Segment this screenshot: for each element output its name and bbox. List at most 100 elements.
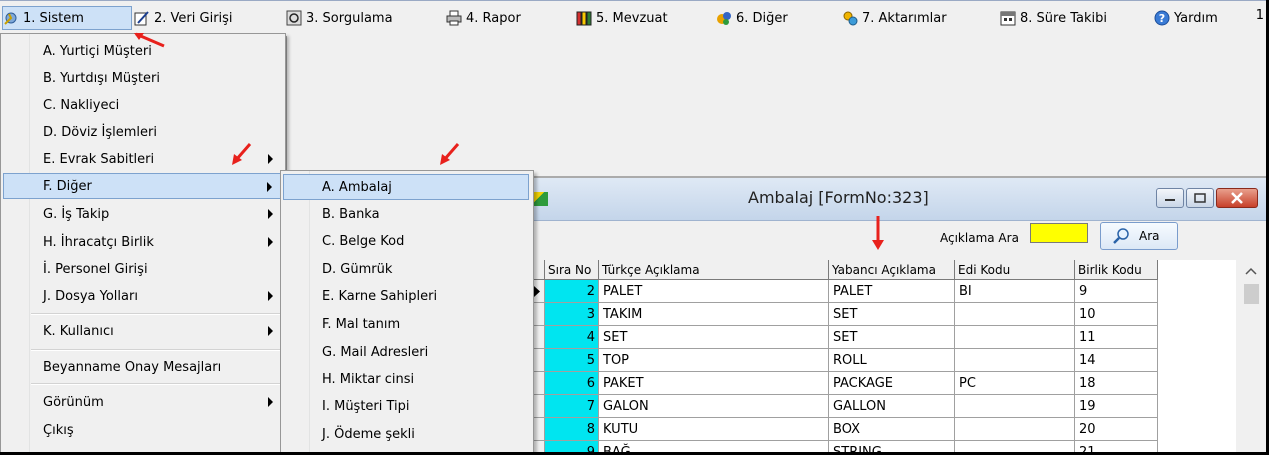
cell-birlik-kodu[interactable]: 11 — [1075, 326, 1158, 349]
diger-submenu-item-musteri-tipi[interactable]: I. Müşteri Tipi — [283, 393, 529, 419]
cell-birlik-kodu[interactable]: 19 — [1075, 395, 1158, 418]
close-button[interactable] — [1216, 188, 1258, 208]
cell-turkce-aciklama[interactable]: BAĞ — [599, 441, 829, 452]
cell-yabanci-aciklama[interactable]: BOX — [829, 418, 955, 441]
cell-sira-no[interactable]: 2 — [545, 280, 599, 303]
table-row[interactable]: 2 PALET PALET BI 9 — [530, 280, 1158, 303]
diger-submenu-item-gumruk[interactable]: D. Gümrük — [283, 256, 529, 282]
table-row[interactable]: 6 PAKET PACKAGE PC 18 — [530, 372, 1158, 395]
cell-turkce-aciklama[interactable]: PAKET — [599, 372, 829, 395]
sistem-menu-item-kullanici[interactable]: K. Kullanıcı — [3, 318, 281, 344]
cell-turkce-aciklama[interactable]: GALON — [599, 395, 829, 418]
cell-edi-kodu[interactable] — [955, 441, 1075, 452]
sistem-menu-item-ihracatci-birlik[interactable]: H. İhracatçı Birlik — [3, 229, 281, 255]
sistem-menu-item-gorunum[interactable]: Görünüm — [3, 389, 281, 415]
menu-sistem[interactable]: 1. Sistem — [2, 6, 132, 30]
table-row[interactable]: 7 GALON GALLON 19 — [530, 395, 1158, 418]
column-header-sira-no[interactable]: Sıra No — [545, 260, 599, 280]
cell-turkce-aciklama[interactable]: KUTU — [599, 418, 829, 441]
cell-birlik-kodu[interactable]: 20 — [1075, 418, 1158, 441]
cell-birlik-kodu[interactable]: 10 — [1075, 303, 1158, 326]
sistem-menu-item-is-takip[interactable]: G. İş Takip — [3, 201, 281, 227]
scrollbar-thumb[interactable] — [1244, 284, 1259, 304]
menu-sure-takibi[interactable]: 8. Süre Takibi — [1000, 6, 1107, 30]
table-row[interactable]: 8 KUTU BOX 20 — [530, 418, 1158, 441]
menu-rapor[interactable]: 4. Rapor — [446, 6, 521, 30]
cell-yabanci-aciklama[interactable]: SET — [829, 326, 955, 349]
sistem-menu-item-diger[interactable]: F. Diğer — [3, 173, 281, 199]
cell-birlik-kodu[interactable]: 18 — [1075, 372, 1158, 395]
scroll-up-icon[interactable] — [1236, 262, 1266, 282]
cell-birlik-kodu[interactable]: 21 — [1075, 441, 1158, 452]
menu-veri-girisi[interactable]: 2. Veri Girişi — [134, 6, 233, 30]
menu-item-label: H. İhracatçı Birlik — [43, 234, 154, 250]
cell-turkce-aciklama[interactable]: TOP — [599, 349, 829, 372]
diger-submenu-item-mal-tanim[interactable]: F. Mal tanım — [283, 311, 529, 337]
cell-sira-no[interactable]: 5 — [545, 349, 599, 372]
cell-sira-no[interactable]: 7 — [545, 395, 599, 418]
menu-yardim[interactable]: ? Yardım — [1154, 6, 1218, 30]
cell-yabanci-aciklama[interactable]: GALLON — [829, 395, 955, 418]
cell-turkce-aciklama[interactable]: PALET — [599, 280, 829, 303]
sistem-menu-item-dosya-yollari[interactable]: J. Dosya Yolları — [3, 283, 281, 309]
diger-submenu-item-ambalaj[interactable]: A. Ambalaj — [283, 174, 529, 200]
sistem-menu-item-yurtici-musteri[interactable]: A. Yurtiçi Müşteri — [3, 38, 281, 64]
cell-edi-kodu[interactable] — [955, 303, 1075, 326]
menu-item-label: F. Diğer — [43, 178, 92, 194]
cell-yabanci-aciklama[interactable]: PALET — [829, 280, 955, 303]
table-row[interactable]: 4 SET SET 11 — [530, 326, 1158, 349]
cell-yabanci-aciklama[interactable]: STRING — [829, 441, 955, 452]
diger-submenu-item-karne-sahipleri[interactable]: E. Karne Sahipleri — [283, 283, 529, 309]
sistem-menu-item-cikis[interactable]: Çıkış — [3, 417, 281, 443]
column-header-turkce-aciklama[interactable]: Türkçe Açıklama — [599, 260, 829, 280]
cell-edi-kodu[interactable] — [955, 418, 1075, 441]
submenu-arrow-icon — [268, 154, 273, 164]
sistem-menu-item-doviz-islemleri[interactable]: D. Döviz İşlemleri — [3, 119, 281, 145]
submenu-item-label: F. Mal tanım — [322, 316, 401, 332]
sistem-menu-item-nakliyeci[interactable]: C. Nakliyeci — [3, 92, 281, 118]
diger-submenu-item-belge-kod[interactable]: C. Belge Kod — [283, 228, 529, 254]
search-button[interactable]: Ara — [1100, 222, 1178, 250]
menu-mevzuat[interactable]: 5. Mevzuat — [576, 6, 668, 30]
cell-edi-kodu[interactable] — [955, 326, 1075, 349]
cell-yabanci-aciklama[interactable]: PACKAGE — [829, 372, 955, 395]
cell-turkce-aciklama[interactable]: SET — [599, 326, 829, 349]
search-input[interactable] — [1030, 223, 1088, 243]
maximize-button[interactable] — [1186, 188, 1214, 208]
cell-yabanci-aciklama[interactable]: SET — [829, 303, 955, 326]
diger-submenu-item-miktar-cinsi[interactable]: H. Miktar cinsi — [283, 366, 529, 392]
menu-diger[interactable]: 6. Diğer — [716, 6, 788, 30]
cell-turkce-aciklama[interactable]: TAKIM — [599, 303, 829, 326]
sistem-menu-item-personel-girisi[interactable]: İ. Personel Girişi — [3, 256, 281, 282]
cell-sira-no[interactable]: 4 — [545, 326, 599, 349]
sistem-dropdown-menu: A. Yurtiçi Müşteri B. Yurtdışı Müşteri C. … — [0, 33, 286, 452]
sistem-menu-item-yurtdisi-musteri[interactable]: B. Yurtdışı Müşteri — [3, 65, 281, 91]
cell-sira-no[interactable]: 9 — [545, 441, 599, 452]
cell-yabanci-aciklama[interactable]: ROLL — [829, 349, 955, 372]
minimize-button[interactable] — [1156, 188, 1184, 208]
sistem-menu-item-evrak-sabitleri[interactable]: E. Evrak Sabitleri — [3, 146, 281, 172]
sistem-menu-item-beyanname-onay-mesajlari[interactable]: Beyanname Onay Mesajları — [3, 354, 281, 380]
cell-birlik-kodu[interactable]: 9 — [1075, 280, 1158, 303]
cell-sira-no[interactable]: 6 — [545, 372, 599, 395]
cell-sira-no[interactable]: 8 — [545, 418, 599, 441]
vertical-scrollbar[interactable] — [1236, 260, 1266, 452]
cell-edi-kodu[interactable]: PC — [955, 372, 1075, 395]
table-row[interactable]: 5 TOP ROLL 14 — [530, 349, 1158, 372]
diger-submenu-item-odeme-sekli[interactable]: J. Ödeme şekli — [283, 421, 529, 447]
table-row[interactable]: 3 TAKIM SET 10 — [530, 303, 1158, 326]
cell-birlik-kodu[interactable]: 14 — [1075, 349, 1158, 372]
column-header-birlik-kodu[interactable]: Birlik Kodu — [1075, 260, 1158, 280]
cell-sira-no[interactable]: 3 — [545, 303, 599, 326]
menu-aktarimlar[interactable]: 7. Aktarımlar — [842, 6, 947, 30]
column-header-yabanci-aciklama[interactable]: Yabancı Açıklama — [829, 260, 955, 280]
cell-edi-kodu[interactable]: BI — [955, 280, 1075, 303]
table-row[interactable]: 9BAĞSTRING 21 — [530, 441, 1158, 452]
cell-edi-kodu[interactable] — [955, 349, 1075, 372]
cell-edi-kodu[interactable] — [955, 395, 1075, 418]
diger-submenu-item-banka[interactable]: B. Banka — [283, 201, 529, 227]
diger-submenu-item-mail-adresleri[interactable]: G. Mail Adresleri — [283, 339, 529, 365]
form-title-bar[interactable]: Ambalaj [FormNo:323] — [530, 178, 1266, 221]
menu-sorgulama[interactable]: 3. Sorgulama — [286, 6, 393, 30]
column-header-edi-kodu[interactable]: Edi Kodu — [955, 260, 1075, 280]
